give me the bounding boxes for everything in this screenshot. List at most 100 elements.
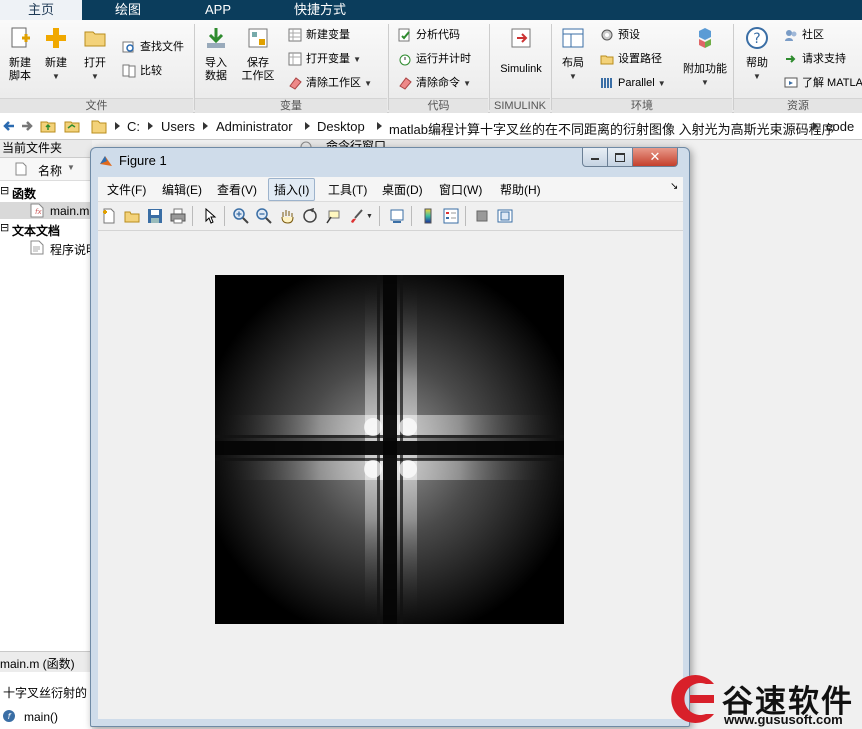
pan-hand-icon[interactable]: [279, 208, 295, 224]
chevron-down-icon: ▼: [701, 78, 709, 87]
menu-view[interactable]: 查看(V): [217, 181, 257, 198]
group-label-environment: 环境: [552, 98, 732, 113]
layout-button[interactable]: 布局 ▼: [553, 24, 593, 83]
details-header: main.m (函数): [0, 651, 92, 673]
parallel-icon: [601, 78, 612, 88]
breadcrumb-desktop[interactable]: Desktop: [317, 119, 365, 134]
group-functions[interactable]: ⊟ 函数: [0, 183, 92, 201]
import-data-button[interactable]: 导入 数据: [196, 24, 236, 83]
addons-icon: [699, 28, 711, 48]
menu-insert[interactable]: 插入(I): [268, 178, 316, 201]
menu-help[interactable]: 帮助(H): [500, 181, 541, 198]
close-button[interactable]: ✕: [632, 148, 678, 167]
simulink-label: Simulink: [500, 63, 542, 75]
addons-label: 附加功能: [683, 63, 727, 75]
new-button[interactable]: 新建 ▼: [36, 24, 76, 83]
link-plot-icon[interactable]: [389, 208, 405, 224]
forward-arrow-icon[interactable]: [20, 119, 34, 133]
parallel-button[interactable]: Parallel ▼: [598, 74, 666, 92]
breadcrumb-users[interactable]: Users: [161, 119, 195, 134]
text-file-icon: [30, 240, 44, 255]
pointer-icon[interactable]: [202, 208, 218, 224]
help-button[interactable]: ? 帮助 ▼: [737, 24, 777, 83]
up-folder-icon[interactable]: [40, 118, 56, 133]
maximize-button[interactable]: [607, 148, 633, 167]
breadcrumb-c[interactable]: C:: [127, 119, 140, 134]
preferences-button[interactable]: 预设: [598, 26, 640, 44]
menu-edit[interactable]: 编辑(E): [162, 181, 202, 198]
zoom-in-icon[interactable]: [233, 208, 249, 224]
save-icon[interactable]: [147, 208, 163, 224]
figure-canvas[interactable]: [98, 231, 683, 719]
tab-plots[interactable]: 绘图: [84, 0, 172, 20]
folder-icon: [91, 120, 107, 134]
find-files-button[interactable]: 查找文件: [120, 38, 184, 56]
open-button[interactable]: 打开 ▼: [75, 24, 115, 83]
current-folder-title: 当前文件夹: [0, 140, 92, 158]
save-ws-label-1: 保存: [247, 57, 269, 69]
browse-folder-icon[interactable]: [64, 118, 80, 133]
toolstrip-tabbar: 主页 绘图 APP 快捷方式: [0, 0, 862, 20]
column-header[interactable]: 名称 ▼: [0, 158, 92, 181]
gusu-logo-icon: [671, 675, 714, 723]
new-variable-label: 新建变量: [306, 29, 350, 41]
print-icon[interactable]: [170, 208, 186, 224]
brush-chevron-icon[interactable]: ▼: [366, 213, 373, 220]
compare-button[interactable]: 比较: [120, 62, 162, 80]
save-workspace-button[interactable]: 保存 工作区: [238, 24, 278, 83]
community-button[interactable]: 社区: [782, 26, 824, 44]
list-item-main-m[interactable]: fx main.m: [0, 202, 92, 219]
clear-commands-button[interactable]: 清除命令 ▼: [396, 74, 471, 92]
set-path-button[interactable]: 设置路径: [598, 50, 662, 68]
breadcrumb-administrator[interactable]: Administrator: [216, 119, 293, 134]
new-script-button[interactable]: 新建 脚本: [0, 24, 40, 83]
diffraction-image[interactable]: [215, 275, 564, 624]
open-variable-button[interactable]: 打开变量 ▼: [286, 50, 361, 68]
data-cursor-icon[interactable]: [325, 208, 341, 224]
collapse-icon[interactable]: ⊟: [0, 221, 9, 234]
file-type-icon: [15, 162, 27, 176]
breadcrumb-code[interactable]: code: [826, 119, 854, 134]
run-and-time-button[interactable]: 运行并计时: [396, 50, 471, 68]
minimize-button[interactable]: [582, 148, 608, 167]
addons-button[interactable]: 附加功能 ▼: [682, 24, 728, 89]
brush-icon[interactable]: [348, 208, 364, 224]
zoom-out-icon[interactable]: [256, 208, 272, 224]
simulink-button[interactable]: Simulink: [496, 24, 546, 76]
analyze-code-button[interactable]: 分析代码: [396, 26, 460, 44]
undock-arrow-icon[interactable]: ↘: [670, 181, 678, 192]
show-plot-tools-icon[interactable]: [497, 208, 513, 224]
tab-shortcuts[interactable]: 快捷方式: [264, 0, 376, 20]
list-item-label: main.m: [50, 204, 90, 218]
legend-icon[interactable]: [443, 208, 459, 224]
tab-apps[interactable]: APP: [174, 0, 262, 20]
learn-matlab-button[interactable]: 了解 MATLA: [782, 74, 862, 92]
new-figure-icon[interactable]: [101, 208, 117, 224]
new-variable-button[interactable]: 新建变量: [286, 26, 350, 44]
list-item-readme[interactable]: 程序说明: [0, 239, 98, 257]
group-text-documents[interactable]: ⊟ 文本文档: [0, 220, 92, 238]
collapse-icon[interactable]: ⊟: [0, 184, 9, 197]
import-label-2: 数据: [205, 70, 227, 82]
details-function-name[interactable]: main(): [24, 710, 58, 724]
figure-window[interactable]: Figure 1 ✕ 文件(F) 编辑(E) 查看(V) 插入(I) 工具(T)…: [90, 147, 690, 727]
group-text-label: 文本文档: [12, 224, 61, 238]
colorbar-icon[interactable]: [420, 208, 436, 224]
menu-tools[interactable]: 工具(T): [328, 181, 367, 198]
request-support-button[interactable]: 请求支持: [782, 50, 846, 68]
hide-plot-tools-icon[interactable]: [474, 208, 490, 224]
menu-desktop[interactable]: 桌面(D): [382, 181, 423, 198]
clear-workspace-label: 清除工作区: [306, 77, 361, 89]
save-workspace-icon: [248, 28, 268, 48]
rotate-3d-icon[interactable]: [302, 208, 318, 224]
menu-file[interactable]: 文件(F): [107, 181, 146, 198]
breadcrumb-project-folder[interactable]: matlab编程计算十字叉丝的在不同距离的衍射图像 入射光为高斯光束源码程序: [389, 119, 835, 138]
open-file-icon[interactable]: [124, 208, 140, 224]
menu-window[interactable]: 窗口(W): [439, 181, 482, 198]
toolbar-separator: [192, 206, 193, 226]
figure-toolbar: ▼: [98, 202, 683, 231]
clear-workspace-button[interactable]: 清除工作区 ▼: [286, 74, 372, 92]
tab-home[interactable]: 主页: [0, 0, 82, 20]
back-arrow-icon[interactable]: [2, 119, 16, 133]
run-time-icon: [399, 54, 411, 66]
